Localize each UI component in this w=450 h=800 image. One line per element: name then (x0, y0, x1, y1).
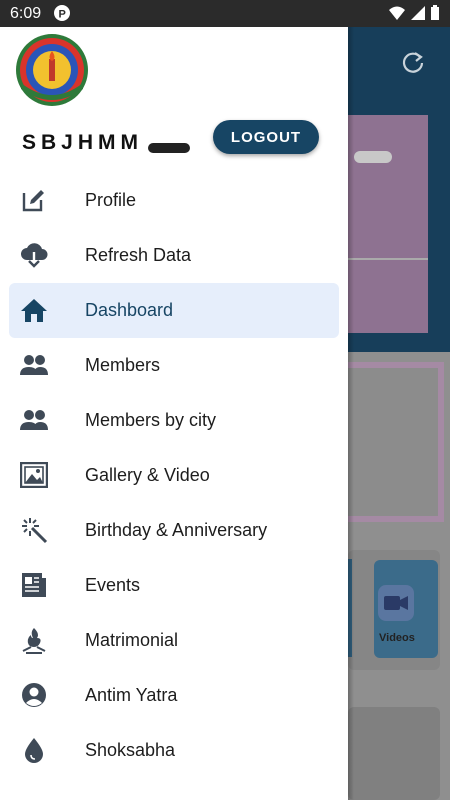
username: SBJHMM (22, 131, 144, 154)
drawer-item-refresh-data[interactable]: Refresh Data (0, 228, 348, 283)
drawer-shadow (348, 27, 354, 800)
drawer-item-members-by-city[interactable]: Members by city (0, 393, 348, 448)
drawer-item-antim-yatra[interactable]: Antim Yatra (0, 668, 348, 723)
drawer-item-events[interactable]: Events (0, 558, 348, 613)
drawer-item-label: Matrimonial (85, 630, 179, 650)
user-badge (148, 143, 190, 153)
cloud-shape (354, 151, 392, 163)
drawer-item-label: Gallery & Video (85, 465, 210, 485)
background-app[interactable]: Videos (348, 27, 450, 800)
background-card (348, 362, 444, 522)
drawer-item-label: Shoksabha (85, 740, 176, 760)
logout-button[interactable]: LOGOUT (213, 120, 319, 154)
background-banner-image (348, 115, 428, 333)
background-panel-bottom (348, 707, 440, 800)
drawer-item-members[interactable]: Members (0, 338, 348, 393)
drawer-item-matrimonial[interactable]: Matrimonial (0, 613, 348, 668)
gallery-icon (20, 461, 48, 489)
organization-logo (16, 34, 88, 106)
home-icon (20, 296, 48, 324)
account-circle-icon (20, 681, 48, 709)
drawer-item-dashboard[interactable]: Dashboard (9, 283, 339, 338)
drop-icon (20, 736, 48, 764)
drawer-item-label: Antim Yatra (85, 685, 178, 705)
refresh-icon (402, 52, 424, 73)
drawer-item-label: Profile (85, 190, 137, 210)
background-header (348, 27, 450, 352)
drawer-item-shoksabha[interactable]: Shoksabha (0, 723, 348, 778)
fire-icon (20, 626, 48, 654)
drawer-item-birthday-anniversary[interactable]: Birthday & Anniversary (0, 503, 348, 558)
wifi-icon (389, 6, 405, 20)
svg-text:P: P (59, 9, 66, 21)
status-icons (388, 5, 440, 21)
navigation-drawer: SBJHMM LOGOUT Profile Refresh Data Dashboa… (0, 27, 348, 800)
battery-icon (431, 5, 439, 20)
drawer-item-label: Refresh Data (85, 245, 192, 265)
drawer-item-gallery-video[interactable]: Gallery & Video (0, 448, 348, 503)
cloud-download-icon (20, 241, 48, 269)
newspaper-icon (20, 571, 48, 599)
drawer-item-label: Members (85, 355, 161, 375)
app-notification-icon: P (54, 5, 70, 21)
drawer-item-label: Dashboard (85, 300, 174, 320)
status-bar: 6:09 P (0, 0, 450, 27)
fence-shape (348, 258, 428, 320)
video-icon (378, 585, 414, 621)
drawer-menu: Profile Refresh Data Dashboard Members Membe… (0, 173, 348, 778)
people-icon (20, 406, 48, 434)
drawer-item-label: Events (85, 575, 141, 595)
people-icon (20, 351, 48, 379)
videos-label: Videos (379, 632, 415, 644)
edit-icon (20, 186, 48, 214)
drawer-item-label: Birthday & Anniversary (85, 520, 268, 540)
signal-icon (411, 6, 425, 20)
drawer-item-profile[interactable]: Profile (0, 173, 348, 228)
magic-wand-icon (20, 516, 48, 544)
status-time: 6:09 (10, 5, 42, 22)
drawer-item-label: Members by city (85, 410, 217, 430)
